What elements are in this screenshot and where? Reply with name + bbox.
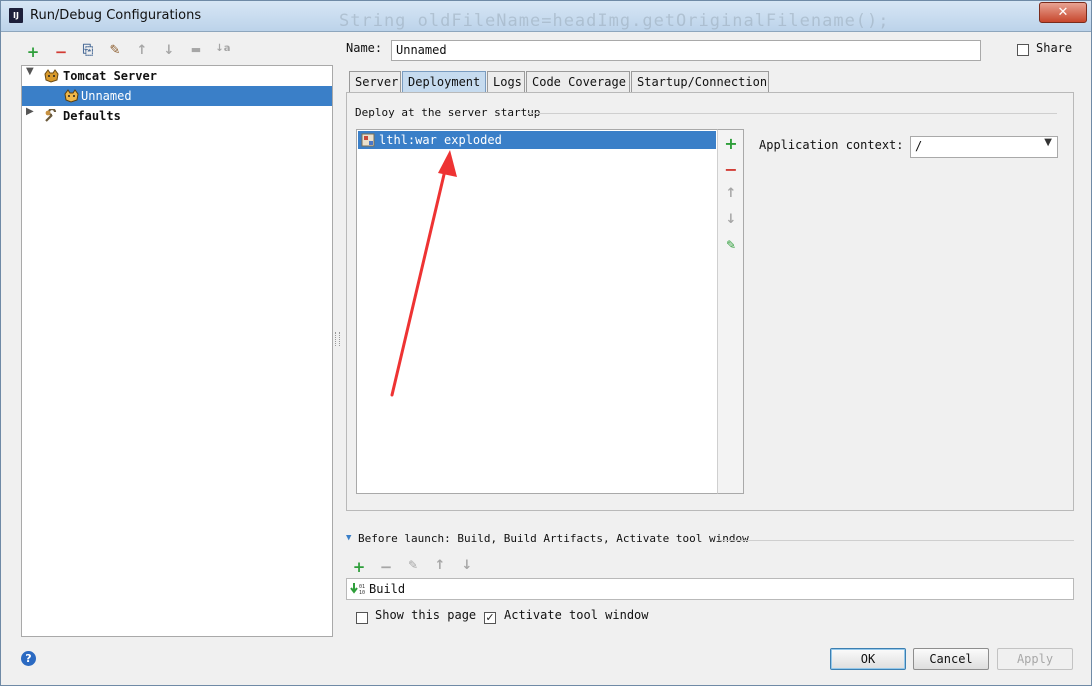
svg-text:10: 10	[359, 590, 365, 596]
move-down-icon[interactable]: ↓	[459, 558, 475, 574]
edit-defaults-icon[interactable]: ✎	[107, 43, 123, 59]
tree-item-defaults[interactable]: ▶ Defaults	[22, 106, 332, 126]
tree-item-unnamed[interactable]: Unnamed	[22, 86, 332, 106]
apply-button[interactable]: Apply	[997, 648, 1073, 670]
run-debug-dialog: IJ Run/Debug Configurations String oldFi…	[0, 0, 1092, 686]
activate-tool-window-checkbox[interactable]: ✓	[484, 612, 496, 624]
name-input[interactable]: Unnamed	[391, 40, 981, 61]
name-label: Name:	[346, 41, 383, 55]
tab-code-coverage[interactable]: Code Coverage	[526, 71, 630, 92]
show-this-page-checkbox[interactable]	[356, 612, 368, 624]
cancel-button[interactable]: Cancel	[913, 648, 989, 670]
chevron-down-icon[interactable]: ▼	[26, 66, 36, 77]
collapse-toggle-icon[interactable]: ▼	[346, 533, 351, 543]
activate-tool-window-label: Activate tool window	[504, 608, 649, 622]
edit-pencil-icon[interactable]: ✎	[723, 238, 739, 254]
move-up-icon[interactable]: ↑	[432, 558, 448, 574]
before-launch-divider	[719, 540, 1074, 541]
deploy-list-toolbar: + − ↑ ↓ ✎	[717, 129, 744, 494]
tree-item-label: Tomcat Server	[63, 69, 157, 83]
edit-pencil-icon[interactable]: ✎	[405, 558, 421, 574]
intellij-app-icon: IJ	[7, 6, 25, 25]
tab-server[interactable]: Server	[349, 71, 401, 92]
share-label: Share	[1036, 41, 1073, 55]
add-icon[interactable]: +	[351, 558, 367, 576]
remove-icon[interactable]: −	[723, 160, 739, 179]
remove-icon[interactable]: −	[378, 558, 394, 576]
tab-deployment[interactable]: Deployment	[402, 71, 486, 92]
tree-item-tomcat-server[interactable]: ▼ Tomcat Server	[22, 66, 332, 86]
list-item[interactable]: lthl:war exploded	[358, 131, 716, 149]
ok-button[interactable]: OK	[830, 648, 906, 670]
artifact-icon	[361, 133, 375, 147]
window-title: Run/Debug Configurations	[30, 8, 202, 23]
add-icon[interactable]: +	[723, 134, 739, 153]
before-launch-item-label: Build	[369, 582, 406, 596]
move-up-icon[interactable]: ↑	[723, 186, 739, 202]
group-divider	[527, 113, 1057, 114]
wrench-icon	[45, 109, 57, 122]
title-bar: IJ Run/Debug Configurations String oldFi…	[1, 1, 1091, 32]
chevron-right-icon[interactable]: ▶	[26, 106, 36, 117]
application-context-combo[interactable]: / ▼	[910, 136, 1058, 158]
share-checkbox[interactable]	[1017, 44, 1029, 56]
help-icon[interactable]: ?	[21, 651, 36, 666]
add-icon[interactable]: +	[25, 43, 41, 61]
tab-startup-connection[interactable]: Startup/Connection	[631, 71, 769, 92]
background-editor-text: String oldFileName=headImg.getOriginalFi…	[339, 11, 890, 31]
tab-logs[interactable]: Logs	[487, 71, 525, 92]
deploy-item-label: lthl:war exploded	[379, 133, 502, 147]
application-context-value: /	[915, 139, 923, 153]
application-context-label: Application context:	[759, 138, 904, 152]
chevron-down-icon: ▼	[1044, 137, 1052, 148]
move-up-icon[interactable]: ↑	[134, 43, 150, 59]
splitter-handle[interactable]	[335, 332, 340, 346]
sort-icon[interactable]: ↓a	[215, 43, 231, 59]
before-launch-list[interactable]: 01 10 Build	[346, 578, 1074, 600]
tomcat-icon	[64, 89, 79, 103]
deployment-panel: Deploy at the server startup lthl:war ex…	[346, 92, 1074, 511]
tree-item-label: Defaults	[63, 109, 121, 123]
deploy-artifact-list[interactable]: lthl:war exploded	[356, 129, 718, 494]
tomcat-icon	[44, 69, 59, 83]
copy-icon[interactable]: ⎘	[80, 43, 96, 59]
remove-icon[interactable]: −	[53, 43, 69, 61]
tree-item-label: Unnamed	[81, 89, 132, 103]
build-icon: 01 10	[350, 583, 365, 596]
before-launch-title: Before launch: Build, Build Artifacts, A…	[358, 532, 749, 545]
show-this-page-label: Show this page	[375, 608, 477, 622]
folder-icon[interactable]: ▬	[188, 43, 204, 59]
move-down-icon[interactable]: ↓	[161, 43, 177, 59]
close-button[interactable]: ✕	[1039, 2, 1087, 23]
configuration-tree[interactable]: ▼ Tomcat Server Unnamed ▶ Defaults	[21, 65, 333, 637]
deploy-group-title: Deploy at the server startup	[355, 106, 541, 119]
move-down-icon[interactable]: ↓	[723, 212, 739, 228]
